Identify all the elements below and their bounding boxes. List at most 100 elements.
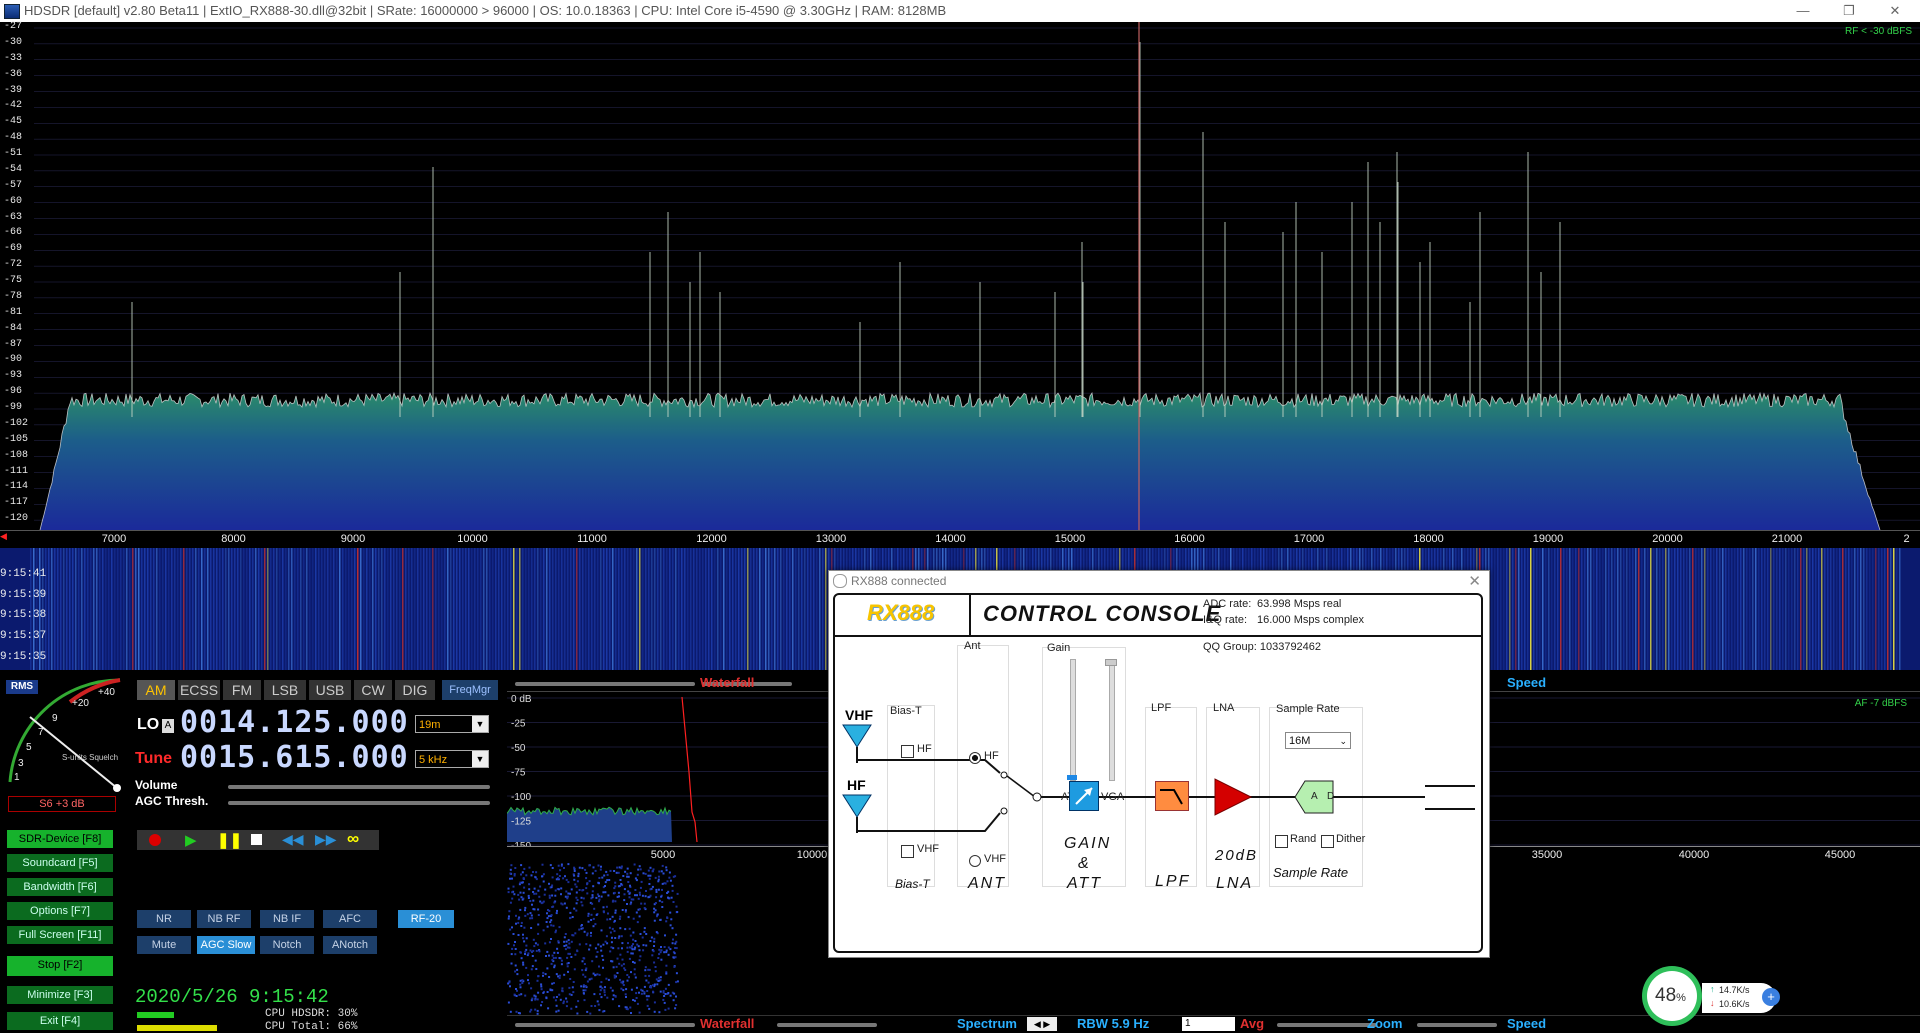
rewind-icon[interactable]: ◀◀: [282, 831, 304, 848]
soundcard-button[interactable]: Soundcard [F5]: [7, 854, 113, 872]
mute-button[interactable]: Mute: [137, 936, 191, 954]
scroll-left-icon[interactable]: ◀: [0, 531, 8, 541]
minimize-app-button[interactable]: Minimize [F3]: [7, 986, 113, 1004]
audio-y-tick: -50: [511, 743, 526, 754]
freqmgr-button[interactable]: FreqMgr: [442, 680, 498, 700]
dialog-close-icon[interactable]: ✕: [1468, 572, 1481, 590]
volume-slider[interactable]: [228, 785, 490, 789]
restore-button[interactable]: ❐: [1826, 0, 1872, 22]
pause-icon[interactable]: ❚❚: [217, 831, 242, 849]
bottom-wf-slider[interactable]: [515, 1023, 695, 1027]
biast-vhf-checkbox[interactable]: [901, 845, 914, 858]
fast-forward-icon[interactable]: ▶▶: [315, 831, 337, 848]
play-icon[interactable]: ▶: [185, 831, 197, 849]
bottom-speed-label: Speed: [1507, 1016, 1547, 1031]
full-screen-button[interactable]: Full Screen [F11]: [7, 926, 113, 944]
lo-frequency[interactable]: 0014.125.000: [180, 705, 409, 740]
freq-tick: 8000: [221, 533, 246, 545]
mode-fm[interactable]: FM: [223, 680, 261, 700]
ant-vhf-radio[interactable]: [969, 855, 981, 867]
avg-slider[interactable]: [1277, 1023, 1377, 1027]
mode-lsb[interactable]: LSB: [264, 680, 306, 700]
sample-rate-select[interactable]: 16M ⌄: [1285, 732, 1351, 749]
att-slider-thumb[interactable]: [1067, 775, 1077, 780]
spectrum-y-tick: -72: [4, 259, 23, 271]
freq-tick: 9000: [340, 533, 366, 545]
mode-usb[interactable]: USB: [309, 680, 351, 700]
bottom-spectrum-slider[interactable]: [777, 1023, 877, 1027]
wf-time: 9:15:39: [0, 589, 47, 601]
adc-d-label: D: [1327, 791, 1335, 802]
close-button[interactable]: ✕: [1872, 0, 1918, 22]
mode-dig[interactable]: DIG: [395, 680, 435, 700]
mode-cw[interactable]: CW: [354, 680, 392, 700]
ant-hf-label: HF: [984, 750, 999, 762]
spectrum-y-tick: -81: [4, 306, 23, 318]
network-speed-widget[interactable]: 48% ↑ 14.7K/s ↓ 10.6K/s +: [1642, 966, 1788, 1028]
agc-thresh-slider[interactable]: [228, 801, 490, 805]
mode-ecss[interactable]: ECSS: [178, 680, 220, 700]
caption-sample-rate: Sample Rate: [1273, 865, 1349, 880]
afc-button[interactable]: AFC: [323, 910, 377, 928]
att-slider-track[interactable]: [1070, 659, 1076, 781]
nb-if-button[interactable]: NB IF: [260, 910, 314, 928]
rms-button[interactable]: RMS: [6, 680, 38, 694]
stop-button[interactable]: Stop [F2]: [7, 956, 113, 976]
sdr-device-button[interactable]: SDR-Device [F8]: [7, 830, 113, 848]
spectrum-y-tick: -117: [4, 497, 29, 509]
mode-am[interactable]: AM: [137, 680, 175, 700]
loop-icon[interactable]: ∞: [347, 829, 359, 849]
spectrum-peaks: [131, 42, 1561, 417]
spectrum-y-tick: -90: [4, 354, 23, 366]
anotch-button[interactable]: ANotch: [323, 936, 377, 954]
rx888-dialog[interactable]: RX888 connected ✕ RX888 CONTROL CONSOLE …: [828, 570, 1490, 958]
dialog-app-icon: [833, 574, 847, 588]
audio-wf-slider[interactable]: [515, 682, 695, 686]
step-select[interactable]: 5 kHz ▼: [415, 750, 489, 768]
vga-slider-track[interactable]: [1109, 659, 1115, 781]
nb-rf-button[interactable]: NB RF: [197, 910, 251, 928]
avg-select[interactable]: 1: [1182, 1017, 1235, 1031]
app-icon: [4, 4, 20, 19]
lo-a-badge[interactable]: A: [162, 719, 174, 733]
dither-checkbox[interactable]: [1321, 835, 1334, 848]
spectrum-y-tick: -87: [4, 338, 23, 350]
frequency-axis[interactable]: ◀ 7000 8000 9000 10000 11000 12000 13000 14000 1…: [0, 530, 1920, 549]
scale-label: 5: [26, 742, 32, 753]
nr-button[interactable]: NR: [137, 910, 191, 928]
spectrum-y-tick: -108: [4, 449, 29, 461]
cpu-hdsdr-bar: [137, 1012, 174, 1018]
spectrum-arrows[interactable]: ◀ ▶: [1027, 1017, 1057, 1031]
rf-20-button[interactable]: RF-20: [398, 910, 454, 928]
rand-checkbox[interactable]: [1275, 835, 1288, 848]
spectrum-y-tick: -42: [4, 100, 23, 112]
rf-level-label: RF < -30 dBFS: [1845, 26, 1912, 37]
audio-x-tick: 35000: [1531, 849, 1563, 861]
band-select[interactable]: 19m ▼: [415, 715, 489, 733]
squelch-label: S-units Squelch: [62, 753, 118, 762]
percent-sign: %: [1676, 992, 1686, 1004]
zoom-slider[interactable]: [1417, 1023, 1497, 1027]
agc-slow-button[interactable]: AGC Slow: [197, 936, 255, 954]
stop-icon[interactable]: [251, 834, 262, 845]
exit-button[interactable]: Exit [F4]: [7, 1012, 113, 1030]
tune-frequency[interactable]: 0015.615.000: [180, 740, 409, 775]
vga-slider-thumb[interactable]: [1105, 659, 1117, 666]
ant-hf-radio[interactable]: [969, 752, 981, 764]
gain-att-block: [1069, 781, 1099, 811]
notch-button[interactable]: Notch: [260, 936, 314, 954]
bandwidth-button[interactable]: Bandwidth [F6]: [7, 878, 113, 896]
options-button[interactable]: Options [F7]: [7, 902, 113, 920]
vga-label: VGA: [1101, 791, 1125, 803]
add-icon[interactable]: +: [1762, 988, 1780, 1006]
audio-waterfall-label: Waterfall: [700, 675, 755, 690]
minimize-button[interactable]: —: [1780, 0, 1826, 22]
freq-tick: 17000: [1293, 533, 1325, 545]
spectrum-y-tick: -111: [4, 465, 29, 477]
freq-tick: 11000: [577, 533, 607, 545]
spectrum-y-axis: -27 -30 -33 -36 -39 -42 -45 -48 -51 -54 -57 -60 -63 -…: [0, 21, 34, 530]
record-icon[interactable]: [149, 834, 161, 846]
biast-hf-label: HF: [917, 743, 932, 755]
rf-spectrum-display[interactable]: RF < -30 dBFS: [0, 22, 1920, 530]
biast-hf-checkbox[interactable]: [901, 745, 914, 758]
